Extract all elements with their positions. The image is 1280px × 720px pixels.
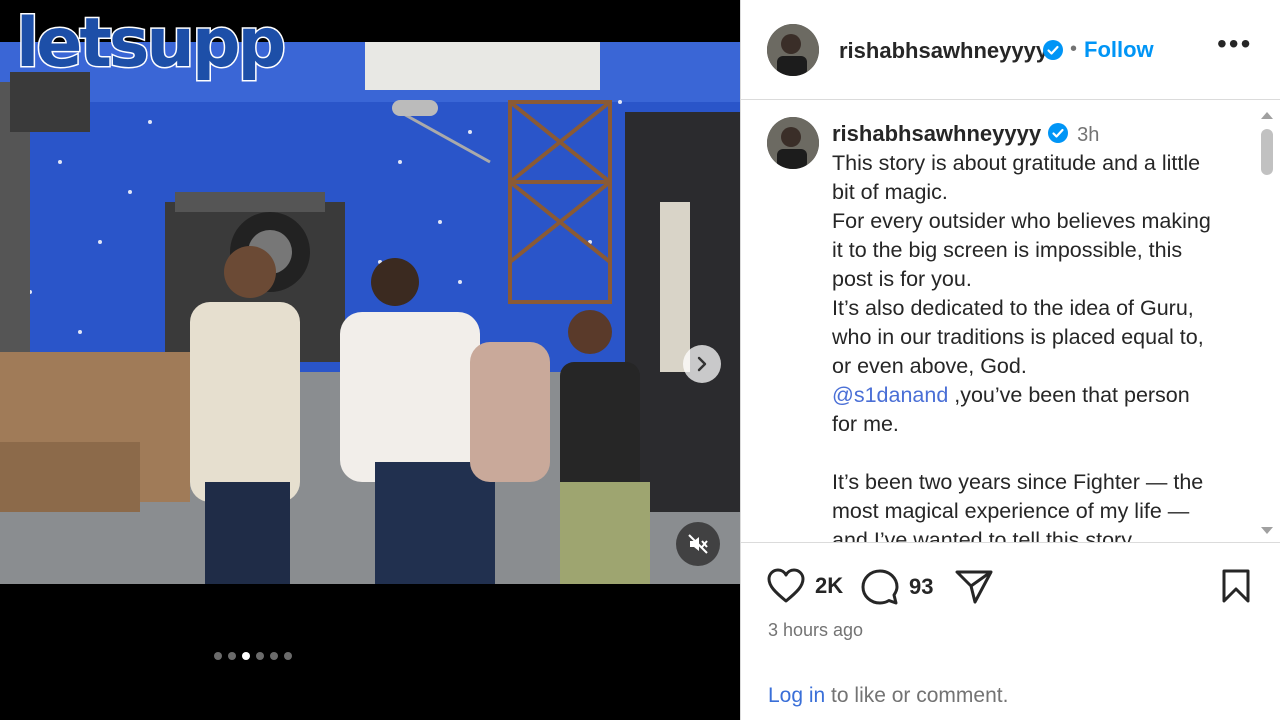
caption-line: @s1danand ,you’ve been that person bbox=[832, 381, 1252, 410]
post-header: rishabhsawhneyyyy • Follow ••• bbox=[741, 0, 1280, 100]
caption-line: or even above, God. bbox=[832, 354, 1027, 378]
share-paper-plane-icon[interactable] bbox=[955, 568, 993, 604]
caption-blank-line bbox=[832, 439, 1252, 468]
carousel-dot bbox=[256, 652, 264, 660]
mute-toggle-button[interactable] bbox=[676, 522, 720, 566]
profile-photo-icon bbox=[767, 24, 819, 76]
scroll-up-arrow-icon[interactable] bbox=[1260, 109, 1274, 121]
carousel-indicator bbox=[214, 652, 292, 660]
post-side-panel: rishabhsawhneyyyy • Follow ••• rishabhsa… bbox=[740, 0, 1280, 720]
caption-line: It’s also dedicated to the idea of Guru, bbox=[832, 296, 1194, 320]
post-timestamp[interactable]: 3 hours ago bbox=[768, 620, 863, 641]
video-frame[interactable] bbox=[0, 42, 740, 584]
profile-photo-icon bbox=[767, 117, 819, 169]
verified-badge-icon bbox=[1048, 123, 1069, 144]
comment-bubble-icon[interactable] bbox=[861, 568, 899, 606]
heart-icon[interactable] bbox=[767, 568, 805, 604]
caption-line-text: ,you’ve been that person bbox=[948, 383, 1190, 407]
login-link[interactable]: Log in bbox=[768, 684, 825, 707]
scrollbar-thumb[interactable] bbox=[1261, 129, 1273, 175]
carousel-dot-active bbox=[242, 652, 250, 660]
next-media-button[interactable] bbox=[683, 345, 721, 383]
avatar[interactable] bbox=[767, 24, 819, 76]
caption-line: This story is about gratitude and a litt… bbox=[832, 151, 1201, 175]
follow-button[interactable]: Follow bbox=[1084, 37, 1154, 63]
login-prompt: Log in to like or comment. bbox=[768, 684, 1008, 708]
separator-dot: • bbox=[1070, 38, 1078, 60]
comment-action[interactable]: 93 bbox=[861, 568, 933, 606]
caption-line: post is for you. bbox=[832, 267, 972, 291]
verified-badge-icon bbox=[1043, 40, 1063, 60]
bookmark-icon[interactable] bbox=[1221, 568, 1251, 604]
username-link[interactable]: rishabhsawhneyyyy bbox=[839, 38, 1048, 64]
login-prompt-text: to like or comment. bbox=[825, 684, 1009, 707]
carousel-dot bbox=[214, 652, 222, 660]
caption-scroll-area[interactable]: rishabhsawhneyyyy 3h This story is about … bbox=[741, 101, 1280, 543]
caption-line: It’s been two years since Fighter — the bbox=[832, 470, 1204, 494]
post-media[interactable]: letsupp bbox=[0, 0, 740, 720]
mention-link[interactable]: @s1danand bbox=[832, 383, 948, 407]
caption-avatar[interactable] bbox=[767, 117, 819, 169]
share-action[interactable] bbox=[955, 568, 993, 604]
logo-text: letsupp bbox=[14, 4, 287, 83]
carousel-dot bbox=[270, 652, 278, 660]
like-action[interactable]: 2K bbox=[767, 568, 843, 604]
speaker-muted-icon bbox=[688, 534, 708, 554]
scroll-down-arrow-icon[interactable] bbox=[1260, 525, 1274, 537]
comment-count: 93 bbox=[909, 574, 934, 599]
film-set-scene bbox=[0, 42, 740, 584]
caption-text: This story is about gratitude and a litt… bbox=[832, 149, 1252, 543]
caption-username-link[interactable]: rishabhsawhneyyyy bbox=[832, 121, 1041, 146]
post-actions-bar: 2K 93 bbox=[741, 562, 1280, 612]
carousel-dot bbox=[284, 652, 292, 660]
like-count: 2K bbox=[815, 573, 844, 598]
letsupp-logo: letsupp bbox=[14, 8, 287, 79]
caption-line: who in our traditions is placed equal to… bbox=[832, 325, 1204, 349]
caption-header: rishabhsawhneyyyy 3h bbox=[832, 121, 1099, 147]
caption-line: for me. bbox=[832, 412, 899, 436]
caption-line: it to the big screen is impossible, this bbox=[832, 238, 1183, 262]
caption-timestamp[interactable]: 3h bbox=[1077, 124, 1099, 146]
caption-line: bit of magic. bbox=[832, 180, 948, 204]
save-action[interactable] bbox=[1221, 568, 1251, 604]
carousel-dot bbox=[228, 652, 236, 660]
caption-line: most magical experience of my life — bbox=[832, 499, 1190, 523]
more-options-button[interactable]: ••• bbox=[1217, 28, 1252, 60]
chevron-right-icon bbox=[697, 356, 707, 372]
caption-line: For every outsider who believes making bbox=[832, 209, 1211, 233]
caption-line: and I’ve wanted to tell this story bbox=[832, 528, 1132, 543]
